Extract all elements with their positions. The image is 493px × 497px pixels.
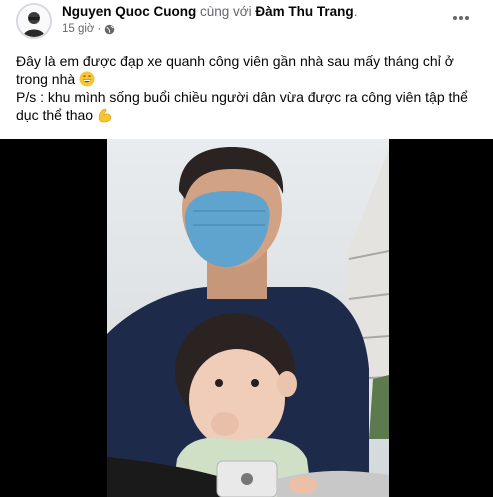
video-still-image xyxy=(107,139,389,497)
tagged-person-name[interactable]: Đàm Thu Trang xyxy=(255,4,353,19)
post-text-line-2: P/s : khu mình sống buổi chiều người dân… xyxy=(16,88,476,124)
author-name[interactable]: Nguyen Quoc Cuong xyxy=(62,4,196,19)
post-header: Nguyen Quoc Cuong cùng với Đàm Thu Trang… xyxy=(0,0,493,46)
post-text-line-1: Đây là em được đạp xe quanh công viên gầ… xyxy=(16,52,476,88)
video-player[interactable] xyxy=(0,139,493,497)
avatar-image xyxy=(18,5,50,37)
globe-icon[interactable] xyxy=(104,24,115,35)
meta-separator: · xyxy=(97,23,102,35)
author-line: Nguyen Quoc Cuong cùng với Đàm Thu Trang… xyxy=(62,4,357,19)
with-text: cùng với xyxy=(200,4,252,19)
more-options-button[interactable] xyxy=(449,6,473,30)
post-meta: 15 giờ · xyxy=(62,23,115,35)
author-avatar[interactable] xyxy=(16,3,52,39)
grinning-face-emoji xyxy=(79,71,95,87)
post-timestamp[interactable]: 15 giờ xyxy=(62,23,94,35)
more-horizontal-icon xyxy=(453,16,469,20)
sentence-period: . xyxy=(353,4,358,19)
video-frame xyxy=(107,139,389,497)
post-text-2: P/s : khu mình sống buổi chiều người dân… xyxy=(16,89,468,123)
flexed-biceps-emoji xyxy=(98,108,112,123)
post-body: Đây là em được đạp xe quanh công viên gầ… xyxy=(16,52,476,124)
